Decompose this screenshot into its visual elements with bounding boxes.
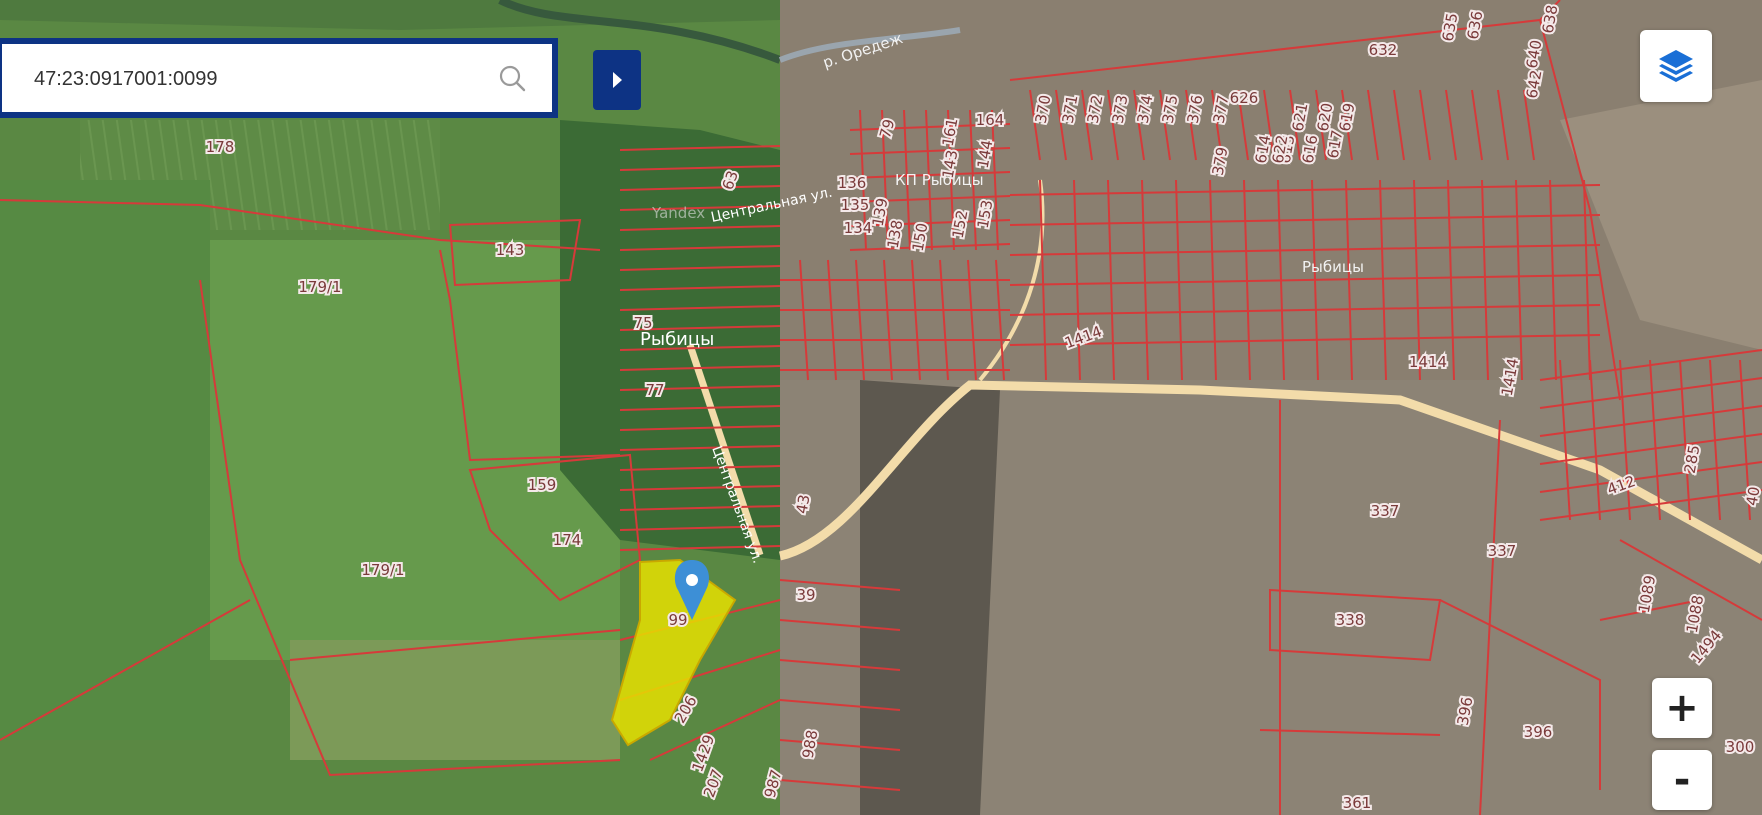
chevron-right-icon — [613, 72, 622, 88]
plot-label-p134: 134 — [844, 219, 873, 237]
village-label: Рыбицы — [640, 329, 714, 350]
plot-label-p337b: 337 — [1488, 542, 1517, 560]
plot-label-p75: 75 — [633, 314, 652, 332]
plot-label-p1414b: 1414 — [1409, 353, 1447, 371]
plot-label-p300: 300 — [1726, 738, 1755, 756]
plot-label-p361: 361 — [1343, 794, 1372, 812]
cadastral-number-input[interactable] — [32, 44, 496, 114]
plot-label-p99: 99 — [668, 611, 687, 629]
plot-label-p143: 143 — [496, 241, 525, 259]
field-area — [290, 640, 620, 760]
field-area — [0, 180, 210, 740]
plot-label-p174: 174 — [553, 531, 582, 549]
plot-label-p179b: 179/1 — [361, 561, 404, 579]
plot-label-p164: 164 — [976, 111, 1005, 129]
plot-label-p338: 338 — [1336, 611, 1365, 629]
plot-label-p40: 40 — [1743, 485, 1762, 507]
expand-panel-button[interactable] — [593, 50, 641, 110]
village-right-label: Рыбицы — [1302, 258, 1364, 276]
zoom-out-button[interactable]: - — [1652, 750, 1712, 810]
plot-label-p632: 632 — [1369, 41, 1398, 59]
plot-label-p337a: 337 — [1371, 502, 1400, 520]
cadastral-search-panel — [0, 38, 558, 118]
map-canvas[interactable]: Рыбицы КП Рыбицы Рыбицы р. Оредеж Центра… — [0, 0, 1762, 815]
cadastral-map[interactable]: Рыбицы КП Рыбицы Рыбицы р. Оредеж Центра… — [0, 0, 1762, 815]
plot-label-p135: 135 — [841, 196, 870, 214]
layers-button[interactable] — [1640, 30, 1712, 102]
plot-label-p136: 136 — [838, 174, 867, 192]
map-watermark: Yandex — [651, 204, 705, 222]
dark-lowland — [860, 380, 1000, 815]
zoom-in-button[interactable]: + — [1652, 678, 1712, 738]
search-icon[interactable] — [498, 64, 526, 92]
plot-label-p179a: 179/1 — [298, 278, 341, 296]
plot-label-p159: 159 — [528, 476, 557, 494]
plot-label-p626: 626 — [1230, 89, 1259, 107]
plot-label-p77: 77 — [645, 381, 664, 399]
plot-label-p39: 39 — [796, 586, 815, 604]
plot-label-p396b: 396 — [1524, 723, 1553, 741]
plot-label-p43: 43 — [793, 493, 814, 515]
plot-label-p178: 178 — [206, 138, 235, 156]
layers-icon — [1659, 50, 1693, 82]
